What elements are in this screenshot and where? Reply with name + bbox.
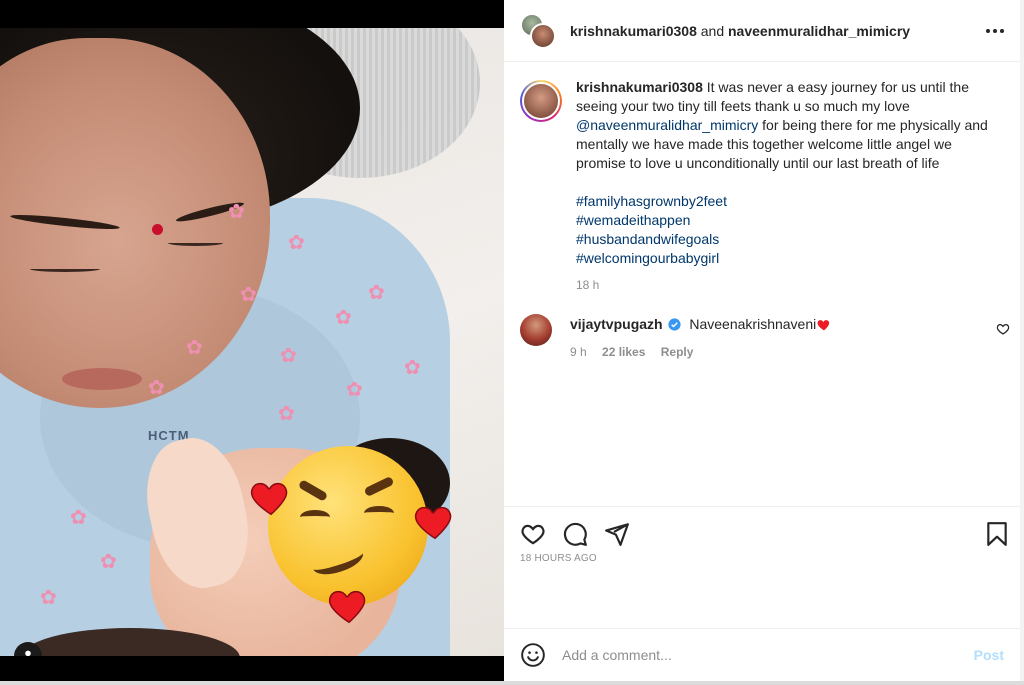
emoji-eye-right [364,506,394,520]
post-actions: 18 HOURS AGO [504,506,1020,628]
smiley-icon[interactable] [520,642,546,668]
emoji-brow-right [363,475,395,498]
post-header: krishnakumari0308 and naveenmuralidhar_m… [504,0,1020,62]
comment-time: 9 h [570,345,587,359]
emoji-brow-left [297,479,329,502]
red-heart-emoji-icon [817,320,830,331]
flower-pattern: ✿ [288,232,305,254]
comment-meta: 9 h 22 likes Reply [570,342,832,362]
post-image[interactable]: ✿ ✿ ✿ ✿ ✿ ✿ ✿ ✿ ✿ ✿ ✿ ✿ ✿ ✿ HCTM [0,28,504,656]
person-icon [25,650,31,656]
comment-input[interactable] [562,647,974,663]
flower-pattern: ✿ [186,337,203,359]
flower-pattern: ✿ [240,284,257,306]
avatar [530,22,556,49]
hashtag-link[interactable]: #wemadeithappen [576,211,996,230]
heart-emoji-icon [250,482,288,516]
hashtag-link[interactable]: #welcomingourbabygirl [576,249,996,268]
collab-avatars[interactable] [520,12,556,49]
comment-item: vijaytvpugazh Naveenakrishnaveni 9 h 22 … [520,314,1010,362]
flower-pattern: ✿ [335,307,352,329]
post-authors: krishnakumari0308 and naveenmuralidhar_m… [570,23,910,39]
flower-pattern: ✿ [368,282,385,304]
post-timestamp[interactable]: 18 HOURS AGO [520,553,597,564]
heart-outline-icon[interactable] [520,521,546,547]
more-horizontal-icon[interactable] [982,18,1008,44]
dots-icon [986,29,1004,33]
flower-pattern: ✿ [278,403,295,425]
add-comment-bar: Post [504,628,1020,681]
instagram-post-window: ✿ ✿ ✿ ✿ ✿ ✿ ✿ ✿ ✿ ✿ ✿ ✿ ✿ ✿ HCTM krishna… [0,0,1024,685]
flower-pattern: ✿ [346,379,363,401]
left-eyelid [30,266,100,272]
comment-likes[interactable]: 22 likes [602,345,645,359]
flower-pattern: ✿ [100,551,117,573]
right-eyelid [168,240,223,246]
heart-emoji-icon [328,590,366,624]
window-edge [1020,0,1024,685]
flower-pattern: ✿ [40,587,57,609]
lips [62,368,142,390]
caption-text: krishnakumari0308 It was never a easy jo… [576,78,996,295]
comment-body: vijaytvpugazh Naveenakrishnaveni 9 h 22 … [570,314,832,362]
emoji-eye-left [300,510,330,524]
avatar-image [522,82,560,120]
flower-pattern: ✿ [70,507,87,529]
post-details-panel: krishnakumari0308 and naveenmuralidhar_m… [504,0,1020,681]
bookmark-icon[interactable] [984,521,1010,547]
window-edge [0,681,1024,685]
caption-mention-link[interactable]: @naveenmuralidhar_mimicry [576,117,758,133]
emoji-mouth [309,542,367,580]
flower-pattern: ✿ [404,357,421,379]
author-username[interactable]: krishnakumari0308 [570,23,697,39]
comment-text: Naveenakrishnaveni [689,316,817,332]
share-icon[interactable] [604,521,630,547]
coauthor-username[interactable]: naveenmuralidhar_mimicry [728,23,910,39]
hashtag-link[interactable]: #husbandandwifegoals [576,230,996,249]
hashtag-list: #familyhasgrownby2feet #wemadeithappen #… [576,192,996,268]
author-joiner: and [700,22,725,39]
bindi [152,224,163,235]
caption-avatar[interactable] [520,80,562,122]
verified-badge-icon [668,318,682,331]
flower-pattern: ✿ [148,377,165,399]
reply-button[interactable]: Reply [661,345,694,359]
caption-time: 18 h [576,278,600,292]
post-caption: krishnakumari0308 It was never a easy jo… [504,62,1020,295]
avatar[interactable] [520,314,552,346]
post-button[interactable]: Post [974,647,1004,663]
comment-icon[interactable] [562,521,588,547]
caption-username[interactable]: krishnakumari0308 [576,79,703,95]
heart-emoji-icon [414,506,452,540]
heart-outline-icon[interactable] [996,322,1010,336]
hashtag-link[interactable]: #familyhasgrownby2feet [576,192,996,211]
flower-pattern: ✿ [228,201,245,223]
comment-username[interactable]: vijaytvpugazh [570,316,663,332]
flower-pattern: ✿ [280,345,297,367]
